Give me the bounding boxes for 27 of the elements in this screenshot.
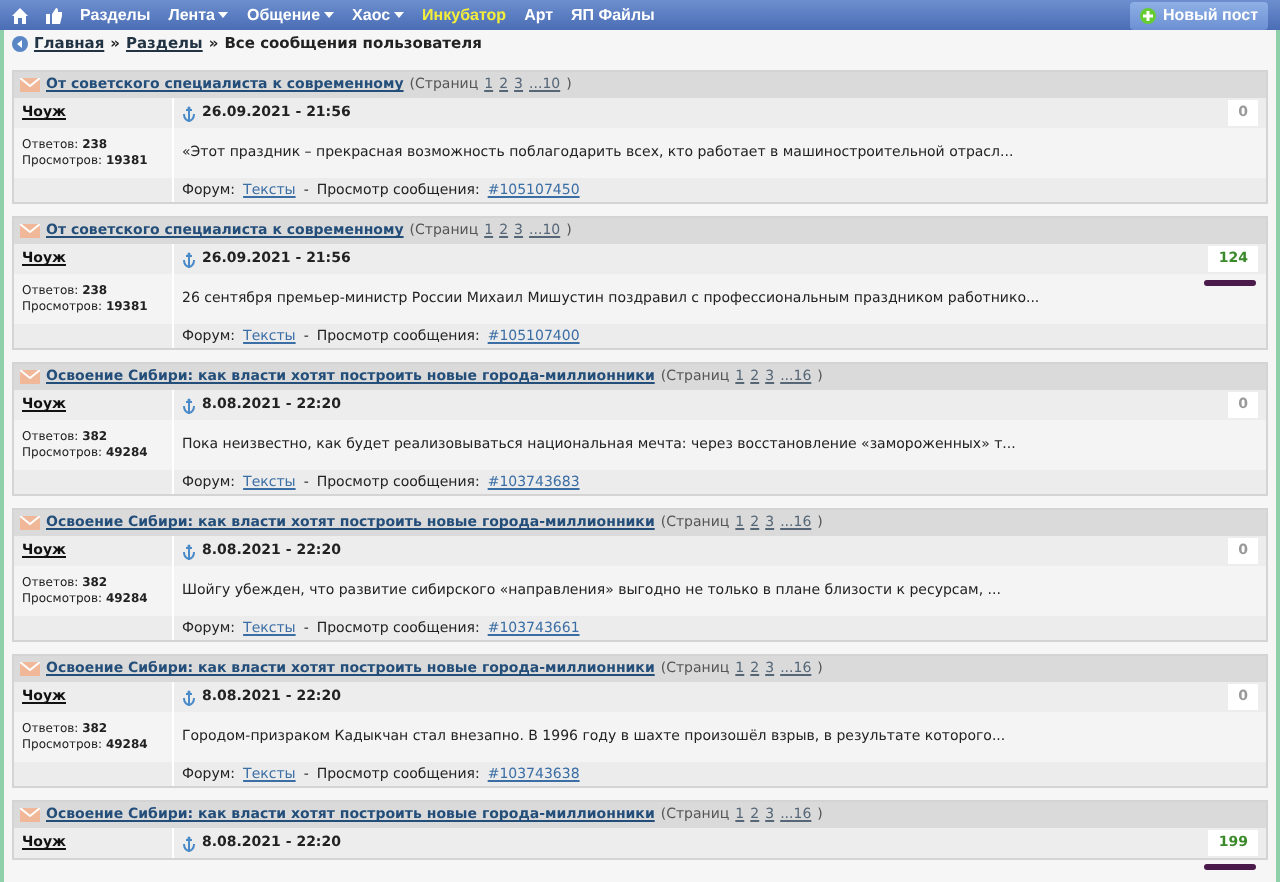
anchor-icon[interactable]: [182, 251, 196, 267]
nav-menu-item[interactable]: Разделы: [80, 3, 151, 27]
nav-menu-item[interactable]: Арт: [524, 3, 554, 27]
back-arrow-icon[interactable]: [12, 36, 28, 52]
anchor-icon[interactable]: [182, 835, 196, 851]
anchor-icon[interactable]: [182, 689, 196, 705]
anchor-icon[interactable]: [182, 105, 196, 121]
nav-menu-item[interactable]: Хаос: [352, 3, 405, 27]
anchor-icon[interactable]: [182, 543, 196, 559]
envelope-icon: [20, 78, 40, 92]
envelope-icon: [20, 662, 40, 676]
nav-menu-item[interactable]: Инкубатор: [422, 3, 507, 27]
nav-menu-item[interactable]: Общение: [246, 3, 335, 27]
new-post-button[interactable]: Новый пост: [1130, 1, 1268, 29]
home-icon[interactable]: [12, 7, 28, 23]
anchor-icon[interactable]: [182, 397, 196, 413]
caret-icon: [394, 11, 405, 18]
envelope-icon: [20, 516, 40, 530]
plus-icon: [1140, 7, 1157, 23]
envelope-icon: [20, 370, 40, 384]
caret-icon: [218, 11, 229, 18]
nav-menu-item[interactable]: Лента: [168, 3, 229, 27]
thumbs-up-icon[interactable]: [46, 7, 62, 23]
nav-menu-item[interactable]: ЯП Файлы: [571, 3, 655, 27]
caret-icon: [324, 11, 335, 18]
envelope-icon: [20, 224, 40, 238]
envelope-icon: [20, 808, 40, 822]
